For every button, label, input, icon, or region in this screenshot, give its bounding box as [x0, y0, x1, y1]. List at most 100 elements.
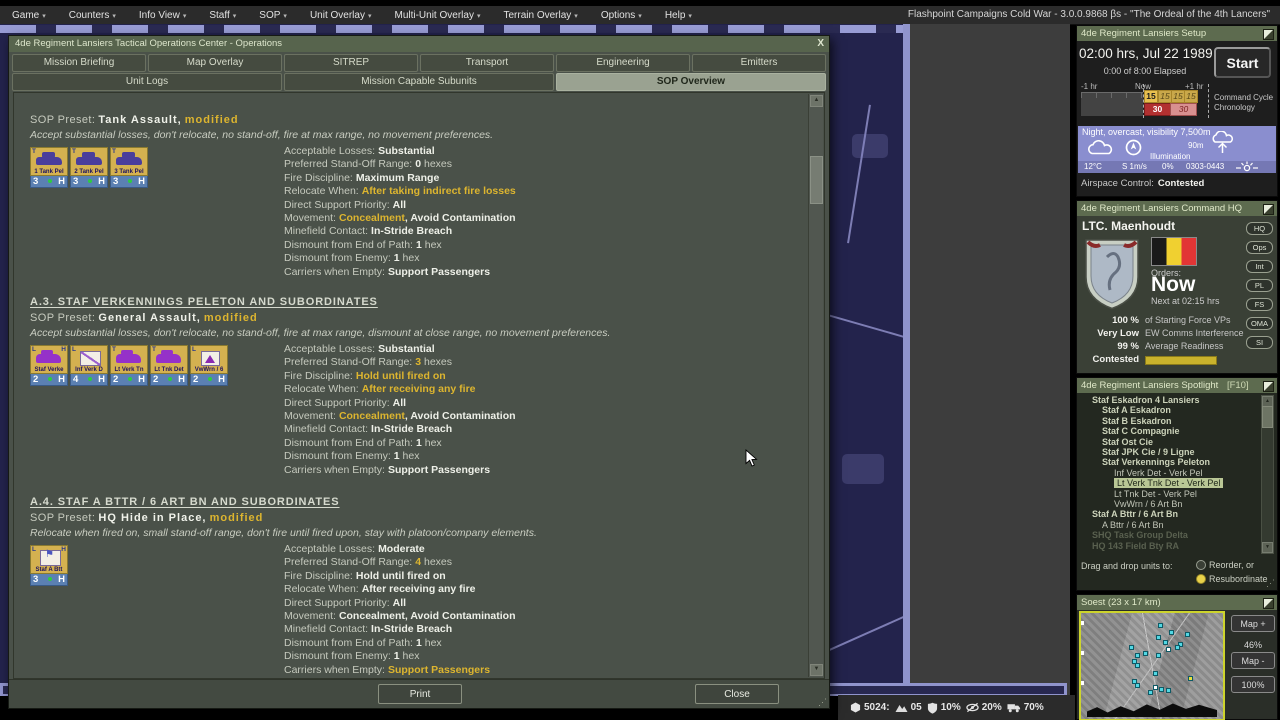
tab[interactable]: SITREP — [284, 54, 418, 72]
resubordinate-radio[interactable] — [1196, 574, 1206, 584]
close-icon[interactable]: X — [817, 36, 824, 52]
map-zoom-out-button[interactable]: Map - — [1231, 652, 1275, 669]
tree-scrollbar-thumb[interactable] — [1262, 406, 1273, 428]
hq-tool-button[interactable]: Ops — [1246, 241, 1273, 254]
hq-tool-button[interactable]: HQ — [1246, 222, 1273, 235]
tab[interactable]: Mission Capable Subunits — [284, 73, 554, 91]
dialog-title-bar[interactable]: 4de Regiment Lansiers Tactical Operation… — [9, 36, 829, 52]
resize-grip[interactable]: ⋰ — [818, 697, 827, 708]
unit-tree-item[interactable]: Staf A Eskadron — [1079, 405, 1261, 415]
unit-tree-item[interactable]: HQ 143 Field Bty RA — [1079, 541, 1261, 551]
unit-tree-item[interactable]: Staf C Compagnie — [1079, 426, 1261, 436]
strength-value: 2 — [193, 374, 198, 385]
scroll-down-icon[interactable]: ▼ — [810, 664, 823, 676]
unit-tree-item[interactable]: Staf A Bttr / 6 Art Bn — [1079, 509, 1261, 519]
menu-item[interactable]: Options▾ — [597, 10, 646, 21]
unit-tree-item[interactable]: Staf Eskadron 4 Lansiers — [1079, 395, 1261, 405]
map-zoom-full-button[interactable]: 100% — [1231, 676, 1275, 693]
unit-counter[interactable]: T 2 Tank Pel 3 H — [70, 147, 108, 188]
map-town — [842, 454, 884, 484]
scroll-up-icon[interactable]: ▲ — [810, 95, 823, 107]
unit-counter[interactable]: L H Staf Verke 2 H — [30, 345, 68, 386]
unit-tree-item[interactable]: SHQ Task Group Delta — [1079, 530, 1261, 540]
hq-panel-header[interactable]: 4de Regiment Lansiers Command HQ — [1077, 201, 1277, 216]
unit-tree-item[interactable]: Inf Verk Det - Verk Pel — [1079, 468, 1261, 478]
unit-tree-item[interactable]: Staf JPK Cie / 9 Ligne — [1079, 447, 1261, 457]
menu-item[interactable]: SOP▾ — [255, 10, 291, 21]
reorder-radio[interactable] — [1196, 560, 1206, 570]
tree-scrollbar[interactable]: ▲ ▼ — [1261, 395, 1274, 554]
unit-counter[interactable]: L H Staf A Btt 3 H — [30, 545, 68, 586]
map-zoom-in-button[interactable]: Map + — [1231, 615, 1275, 632]
unit-tree-item[interactable]: Lt Tnk Det - Verk Pel — [1079, 489, 1261, 499]
unit-tree-item[interactable]: Staf Verkennings Peleton — [1079, 457, 1261, 467]
menu-item[interactable]: Multi-Unit Overlay▾ — [390, 10, 484, 21]
sop-detail-row: Dismount from Enemy:1 hex — [284, 650, 804, 663]
start-button[interactable]: Start — [1214, 47, 1271, 78]
tree-item-label: Staf A Bttr / 6 Art Bn — [1092, 509, 1178, 519]
preset-label: SOP Preset: — [30, 312, 95, 324]
map-edge-border — [903, 24, 910, 696]
chevron-down-icon: ▾ — [368, 13, 372, 20]
tab[interactable]: Mission Briefing — [12, 54, 146, 72]
menu-item[interactable]: Info View▾ — [135, 10, 190, 21]
detail-value: hex — [400, 252, 420, 264]
menu-item[interactable]: Unit Overlay▾ — [306, 10, 376, 21]
unit-counter[interactable]: L VwWrn / 6 2 H — [190, 345, 228, 386]
scrollbar-thumb[interactable] — [810, 156, 823, 204]
menu-item[interactable]: Counters▾ — [65, 10, 120, 21]
hq-tool-button[interactable]: FS — [1246, 298, 1273, 311]
unit-tree-item[interactable]: VwWrn / 6 Art Bn — [1079, 499, 1261, 509]
tab[interactable]: Engineering — [556, 54, 690, 72]
detail-label: Direct Support Priority: — [284, 597, 390, 609]
menu-item-label: SOP — [259, 10, 280, 21]
unit-counter[interactable]: T Lt Verk Tn 2 H — [110, 345, 148, 386]
preset-modified-flag: modified — [210, 512, 264, 524]
scrollbar[interactable]: ▲ ▼ — [808, 94, 823, 677]
print-button[interactable]: Print — [378, 684, 462, 704]
tree-item-label: Staf C Compagnie — [1102, 426, 1180, 436]
spotlight-panel-header[interactable]: 4de Regiment Lansiers Spotlight [F10] — [1077, 378, 1277, 393]
menu-item[interactable]: Staff▾ — [205, 10, 240, 21]
preset-label: SOP Preset: — [30, 114, 95, 126]
unit-tree-item[interactable]: Staf B Eskadron — [1079, 416, 1261, 426]
unit-tree-item[interactable]: A Bttr / 6 Art Bn — [1079, 520, 1261, 530]
minimap[interactable] — [1079, 611, 1225, 720]
cloud-icon — [1086, 140, 1116, 156]
sop-detail-row: Dismount from Enemy:1 hex — [284, 450, 804, 463]
unit-counter[interactable]: T Lt Tnk Det 2 H — [150, 345, 188, 386]
setup-panel-header[interactable]: 4de Regiment Lansiers Setup — [1077, 26, 1277, 41]
resize-grip[interactable]: ⋰ — [1266, 578, 1275, 589]
tab[interactable]: Map Overlay — [148, 54, 282, 72]
hq-tool-button[interactable]: Int — [1246, 260, 1273, 273]
tree-item-label: Staf Verkennings Peleton — [1102, 457, 1210, 467]
unit-counter[interactable]: T 1 Tank Pel 3 H — [30, 147, 68, 188]
panel-detach-icon[interactable] — [1263, 204, 1274, 215]
unit-tree-item[interactable]: Lt Verk Tnk Det - Verk Pel — [1079, 478, 1261, 488]
hq-tool-button[interactable]: PL — [1246, 279, 1273, 292]
scroll-down-icon[interactable]: ▼ — [1262, 542, 1273, 553]
tab[interactable]: SOP Overview — [556, 73, 826, 91]
hq-tool-button[interactable]: OMA — [1246, 317, 1273, 330]
tab[interactable]: Transport — [420, 54, 554, 72]
hq-tool-button[interactable]: SI — [1246, 336, 1273, 349]
panel-detach-icon[interactable] — [1263, 29, 1274, 40]
counter-strength-strip: 3 H — [70, 176, 108, 188]
menu-item[interactable]: Help▾ — [661, 10, 696, 21]
unit-marker — [1166, 688, 1171, 693]
menu-item[interactable]: Game▾ — [8, 10, 50, 21]
readiness-dot-icon — [48, 577, 52, 581]
menu-item[interactable]: Terrain Overlay▾ — [499, 10, 581, 21]
chevron-down-icon: ▾ — [42, 13, 46, 20]
panel-detach-icon[interactable] — [1263, 598, 1274, 609]
unit-counter[interactable]: L Inf Verk D 4 H — [70, 345, 108, 386]
minimap-panel-header[interactable]: Soest (23 x 17 km) — [1077, 595, 1277, 610]
tab[interactable]: Unit Logs — [12, 73, 282, 91]
tab[interactable]: Emitters — [692, 54, 826, 72]
unit-tree-item[interactable]: Staf Ost Cie — [1079, 437, 1261, 447]
unit-marker — [1135, 653, 1140, 658]
panel-detach-icon[interactable] — [1263, 381, 1274, 392]
unit-counter[interactable]: T 3 Tank Pel 3 H — [110, 147, 148, 188]
close-button[interactable]: Close — [695, 684, 779, 704]
sop-detail-row: Movement:Concealment, Avoid Contaminatio… — [284, 410, 804, 423]
